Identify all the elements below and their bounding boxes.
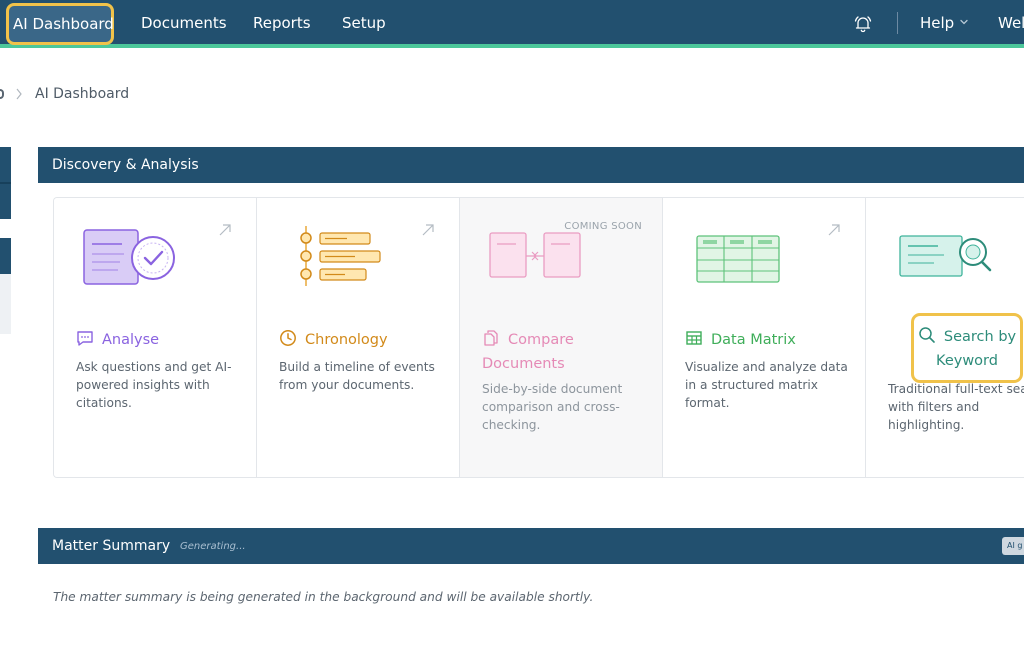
chronology-illustration-icon — [300, 226, 381, 286]
card-description: Ask questions and get AI-powered insight… — [76, 360, 232, 410]
nav-divider — [897, 12, 898, 34]
clock-icon — [280, 330, 296, 346]
open-arrow-icon[interactable] — [421, 223, 435, 237]
open-arrow-icon[interactable] — [218, 223, 232, 237]
nav-item-setup[interactable]: Setup — [342, 0, 386, 46]
section-title: Discovery & Analysis — [52, 157, 199, 173]
chevron-down-icon[interactable] — [959, 17, 969, 27]
discovery-section-header: Discovery & Analysis — [38, 147, 1024, 183]
bell-icon[interactable] — [854, 15, 872, 33]
section-title: Matter Summary — [52, 538, 171, 554]
search-icon — [919, 327, 935, 343]
card-title-label: Analyse — [102, 332, 160, 348]
sidebar-item-edge[interactable] — [0, 238, 11, 274]
card-title-label: Search by Keyword — [936, 329, 1017, 369]
welcome-user-menu[interactable]: Wel — [998, 0, 1024, 46]
nav-item-reports[interactable]: Reports — [253, 0, 311, 46]
ai-generated-chip: AI g — [1002, 537, 1024, 555]
search-illustration-icon — [899, 235, 992, 277]
chevron-right-icon — [16, 88, 22, 100]
card-title: Search by Keyword — [914, 325, 1020, 373]
card-chronology[interactable]: Chronology Build a timeline of events fr… — [257, 198, 460, 477]
matter-summary-header: Matter Summary Generating... AI g — [38, 528, 1024, 564]
card-title: Data Matrix — [685, 328, 796, 352]
data-matrix-illustration-icon — [696, 235, 780, 283]
card-description: Build a timeline of events from your doc… — [279, 360, 435, 392]
nav-item-ai-dashboard[interactable]: AI Dashboard — [6, 3, 114, 45]
sidebar-divider — [0, 182, 11, 184]
card-description: Traditional full-text sear with filters … — [888, 382, 1024, 432]
nav-item-label: AI Dashboard — [13, 15, 114, 33]
card-title: Compare Documents — [482, 328, 612, 376]
sidebar-item-edge-light[interactable] — [0, 274, 11, 334]
matter-summary-message: The matter summary is being generated in… — [53, 590, 594, 604]
documents-copy-icon — [484, 330, 498, 346]
card-title: Analyse — [76, 328, 159, 352]
help-menu[interactable]: Help — [920, 0, 954, 46]
chat-bubble-icon — [77, 331, 93, 346]
compare-illustration-icon — [489, 232, 581, 278]
nav-item-documents[interactable]: Documents — [141, 0, 227, 46]
open-arrow-icon[interactable] — [827, 223, 841, 237]
breadcrumb-home-icon[interactable] — [0, 89, 4, 99]
card-title: Chronology — [279, 328, 388, 352]
card-description: Visualize and analyze data in a structur… — [685, 360, 848, 410]
analyse-illustration-icon — [83, 229, 175, 285]
card-analyse[interactable]: Analyse Ask questions and get AI-powered… — [54, 198, 257, 477]
breadcrumb-current: AI Dashboard — [35, 86, 130, 102]
generating-status: Generating... — [180, 541, 246, 552]
card-compare-documents: COMING SOON Compare Documents Side-by-si… — [460, 198, 663, 477]
card-title-label: Chronology — [305, 332, 388, 348]
card-data-matrix[interactable]: Data Matrix Visualize and analyze data i… — [663, 198, 866, 477]
search-by-keyword-highlight[interactable]: Search by Keyword — [911, 313, 1023, 383]
card-title-label: Data Matrix — [711, 332, 796, 348]
card-description: Side-by-side document comparison and cro… — [482, 382, 623, 432]
table-icon — [686, 331, 702, 345]
feature-cards: Analyse Ask questions and get AI-powered… — [53, 197, 1024, 478]
card-search-by-keyword[interactable]: Search by Keyword Traditional full-text … — [866, 198, 1024, 477]
